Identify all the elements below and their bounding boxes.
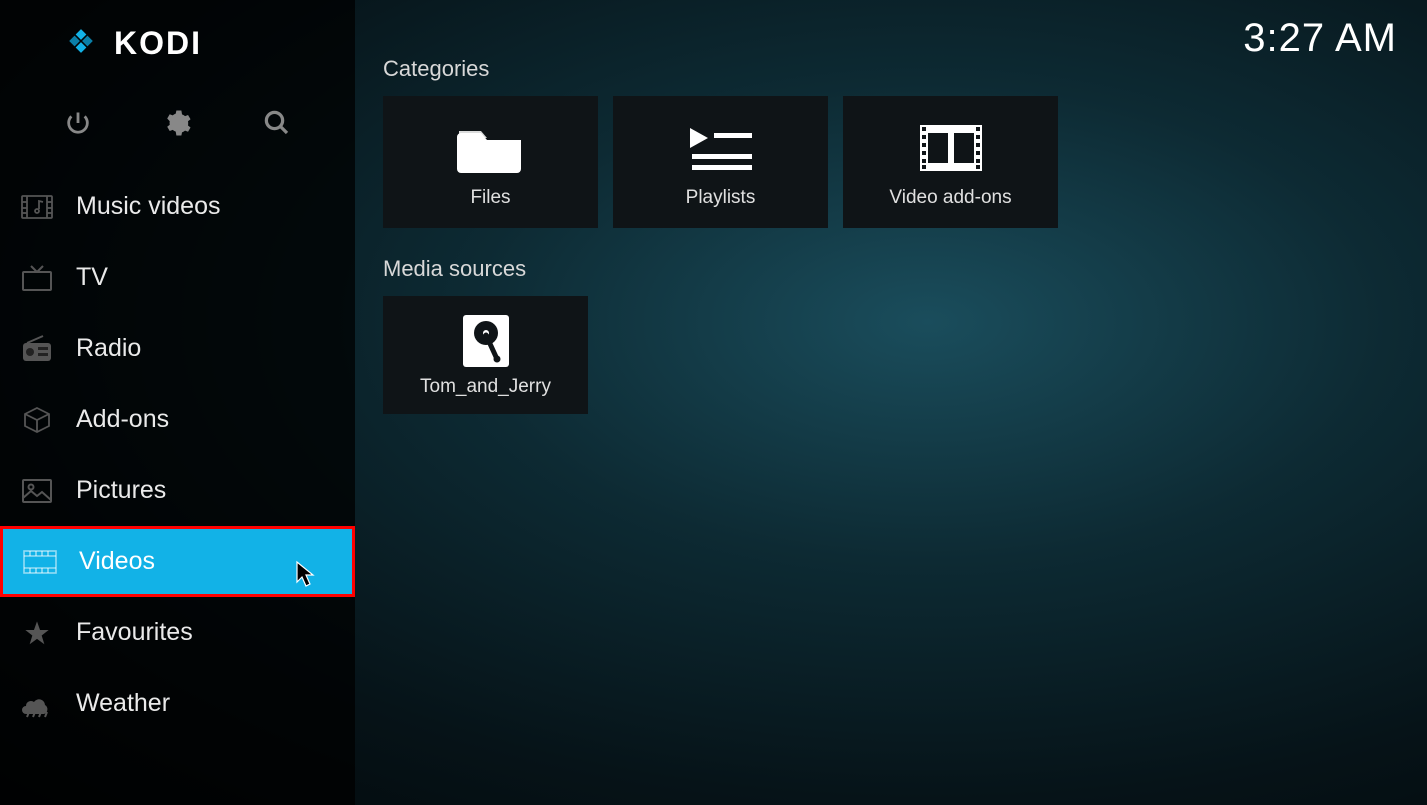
music-video-icon xyxy=(16,193,58,221)
nav-item-tv[interactable]: TV xyxy=(0,242,355,313)
harddrive-icon xyxy=(461,312,511,370)
nav-item-favourites[interactable]: Favourites xyxy=(0,597,355,668)
folder-icon xyxy=(455,115,527,181)
nav-item-radio[interactable]: Radio xyxy=(0,313,355,384)
nav-item-music-videos[interactable]: Music videos xyxy=(0,171,355,242)
app-title: KODI xyxy=(114,25,202,62)
nav-label: Weather xyxy=(76,689,170,718)
tile-files[interactable]: Files xyxy=(383,96,598,228)
media-sources-heading: Media sources xyxy=(383,256,1407,282)
nav-label: Videos xyxy=(79,547,155,576)
tile-media-source[interactable]: Tom_and_Jerry xyxy=(383,296,588,414)
nav-menu: Music videos TV Radio xyxy=(0,171,355,805)
tile-video-addons[interactable]: Video add-ons xyxy=(843,96,1058,228)
star-icon xyxy=(16,619,58,647)
content-area: Categories Files Playlists xyxy=(383,56,1407,442)
nav-item-videos[interactable]: Videos xyxy=(0,526,355,597)
nav-label: Radio xyxy=(76,334,141,363)
radio-icon xyxy=(16,335,58,363)
tile-label: Tom_and_Jerry xyxy=(420,376,551,398)
nav-label: Music videos xyxy=(76,192,221,221)
settings-button[interactable] xyxy=(157,103,197,143)
picture-icon xyxy=(16,478,58,504)
box-icon xyxy=(16,406,58,434)
tile-label: Files xyxy=(470,187,510,209)
tile-label: Video add-ons xyxy=(889,187,1011,209)
clock: 3:27 AM xyxy=(1243,16,1397,61)
nav-label: Add-ons xyxy=(76,405,169,434)
nav-label: Pictures xyxy=(76,476,166,505)
film-icon xyxy=(19,550,61,574)
kodi-logo-icon xyxy=(62,22,100,65)
tile-playlists[interactable]: Playlists xyxy=(613,96,828,228)
nav-label: Favourites xyxy=(76,618,193,647)
sidebar: KODI xyxy=(0,0,355,805)
nav-item-addons[interactable]: Add-ons xyxy=(0,384,355,455)
toolbar xyxy=(0,83,355,171)
weather-icon xyxy=(16,690,58,718)
nav-item-weather[interactable]: Weather xyxy=(0,668,355,739)
nav-item-pictures[interactable]: Pictures xyxy=(0,455,355,526)
playlist-icon xyxy=(688,115,754,181)
nav-label: TV xyxy=(76,263,108,292)
tv-icon xyxy=(16,264,58,292)
tile-label: Playlists xyxy=(686,187,756,209)
categories-tiles: Files Playlists xyxy=(383,96,1407,228)
categories-heading: Categories xyxy=(383,56,1407,82)
logo: KODI xyxy=(0,0,355,83)
media-sources-tiles: Tom_and_Jerry xyxy=(383,296,1407,414)
power-button[interactable] xyxy=(58,103,98,143)
filmstrip-icon xyxy=(920,115,982,181)
search-button[interactable] xyxy=(257,103,297,143)
